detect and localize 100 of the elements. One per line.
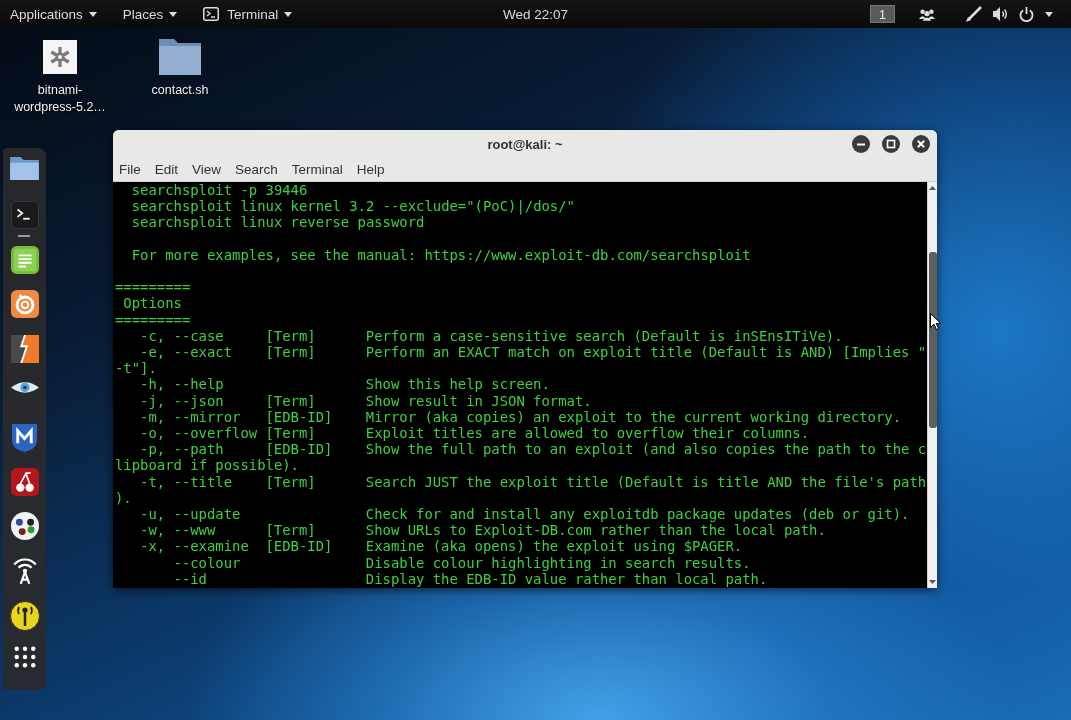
folder-icon[interactable]: [10, 157, 39, 180]
section-heading: Options: [122, 295, 183, 312]
long-option: --www: [173, 522, 266, 539]
terminal-icon: [203, 7, 220, 21]
menu-item[interactable]: Search: [235, 162, 278, 177]
scrollbar-thumb[interactable]: [928, 252, 937, 428]
long-option: --overflow: [173, 425, 266, 442]
short-option: -m,: [140, 408, 174, 425]
option-argument: [EDB-ID]: [265, 441, 334, 458]
down-arrow-icon[interactable]: [929, 580, 936, 584]
short-option: -w,: [140, 522, 174, 539]
up-arrow-icon[interactable]: [929, 186, 936, 190]
wrapped-text: lipboard if possible).: [115, 457, 300, 474]
option-argument: [Term]: [265, 425, 317, 442]
caret-icon: [284, 11, 293, 17]
beacon-disc-icon[interactable]: [9, 601, 40, 632]
rule-line: =========: [115, 311, 192, 328]
option-description: Examine (aka opens) the exploit using $PAGER.: [365, 538, 744, 555]
terminal-line: For more examples, see the manual: https://www.exploit-db.com/searchsploit: [130, 246, 752, 263]
long-option: --json: [173, 392, 266, 409]
desktop-icon-label[interactable]: bitnami-wordpress-5.2…: [10, 82, 110, 116]
short-option: -e,: [140, 344, 174, 361]
option-argument: [Term]: [265, 327, 317, 344]
long-option: --path: [173, 441, 266, 458]
power-icon[interactable]: [1019, 6, 1034, 22]
menu-item[interactable]: Help: [356, 162, 385, 177]
cherries-icon[interactable]: [10, 467, 39, 496]
workspace-indicator[interactable]: 1: [870, 5, 895, 23]
terminal-line: searchsploit linux kernel 3.2 --exclude="(PoC)|/dos/": [130, 198, 576, 215]
app-grid-icon[interactable]: [13, 645, 36, 668]
short-option: -t,: [140, 473, 174, 490]
shield-icon[interactable]: [12, 423, 37, 452]
short-option: -x,: [140, 538, 174, 555]
antenna-icon[interactable]: [12, 556, 37, 585]
swirl-icon[interactable]: [10, 290, 39, 319]
long-option: --help: [173, 376, 266, 393]
menu-item[interactable]: File: [119, 162, 141, 177]
minimize-icon[interactable]: [852, 135, 870, 153]
gear-icon[interactable]: [43, 40, 77, 74]
lightning-tile-icon[interactable]: [10, 334, 39, 363]
close-icon[interactable]: [912, 135, 930, 153]
option-description: Search JUST the exploit title (Default is title AND the file's path: [365, 473, 927, 490]
dots-disc-icon[interactable]: [10, 512, 39, 541]
maximize-icon[interactable]: [882, 135, 900, 153]
short-option: -p,: [140, 441, 174, 458]
menu-item[interactable]: Terminal: [291, 162, 343, 177]
caret-icon: [88, 11, 97, 17]
folder-icon[interactable]: [159, 39, 201, 75]
option-argument: [Term]: [265, 473, 317, 490]
menu-item[interactable]: View: [192, 162, 222, 177]
volume-icon[interactable]: [993, 7, 1009, 21]
option-description: Show the full path to an exploit (and also copies the path to the c: [365, 441, 927, 458]
option-description: Check for and install any exploitdb package updates (deb or git).: [365, 506, 911, 523]
option-argument: [Term]: [265, 522, 317, 539]
short-option: -c,: [140, 327, 174, 344]
caret-icon: [169, 11, 178, 17]
mouse-pointer-icon: [930, 313, 941, 330]
clock[interactable]: Wed 22:07: [502, 6, 569, 22]
option-description: Show result in JSON format.: [365, 392, 593, 409]
top-bar-menu[interactable]: Places: [122, 3, 178, 25]
option-argument: [Term]: [265, 392, 317, 409]
long-option: --mirror: [173, 408, 266, 425]
caret-icon[interactable]: [1045, 11, 1053, 17]
pencil-icon[interactable]: [966, 6, 982, 22]
window-title: root@kali: ~: [487, 136, 563, 152]
option-argument: [EDB-ID]: [265, 538, 334, 555]
option-argument: [Term]: [265, 344, 317, 361]
long-option: --exact: [173, 344, 266, 361]
wrapped-text: ).: [115, 489, 133, 507]
short-option: -j,: [140, 392, 174, 409]
option-description: Mirror (aka copies) an exploit to the current working directory.: [365, 408, 903, 425]
option-description: Perform a case-sensitive search (Default is inSEnsITiVe).: [365, 327, 844, 344]
option-description: Show this help screen.: [365, 376, 551, 393]
top-bar-menu[interactable]: Applications: [10, 3, 97, 25]
long-option: --case: [173, 327, 266, 344]
notes-icon[interactable]: [10, 245, 39, 274]
menu-item[interactable]: Edit: [154, 162, 179, 177]
short-option: -h,: [140, 376, 174, 393]
terminal-line: searchsploit -p 39446: [130, 182, 309, 199]
long-option: --examine: [173, 538, 266, 555]
long-option: --title: [173, 473, 266, 490]
short-option: -u,: [140, 506, 174, 523]
long-option: --update: [173, 506, 266, 523]
terminal-icon[interactable]: [10, 201, 39, 230]
option-description: Perform an EXACT match on exploit title (Default is AND) [Implies ": [365, 344, 927, 361]
rule-line: =========: [115, 279, 192, 296]
top-bar-menu[interactable]: Terminal: [203, 3, 293, 25]
option-description: Display the EDB-ID value rather than local path.: [365, 570, 769, 588]
option-description: Disable colour highlighting in search results.: [365, 554, 752, 571]
option-description: Exploit titles are allowed to overflow their columns.: [365, 425, 811, 442]
people-icon[interactable]: [919, 7, 935, 21]
scrollbar[interactable]: [927, 182, 937, 588]
option-argument: [EDB-ID]: [265, 408, 334, 425]
short-option: -o,: [140, 425, 174, 442]
terminal-line: searchsploit linux reverse password: [130, 214, 425, 231]
wrapped-text: -t"].: [115, 360, 158, 377]
long-option: --colour: [173, 554, 266, 571]
desktop-icon-label[interactable]: contact.sh: [151, 82, 209, 99]
long-option: --id: [173, 570, 266, 588]
option-description: Show URLs to Exploit-DB.com rather than the local path.: [365, 522, 827, 539]
